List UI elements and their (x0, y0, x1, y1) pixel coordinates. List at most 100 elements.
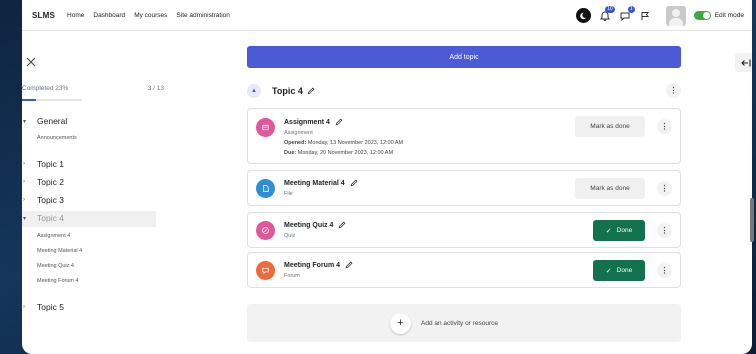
done-button[interactable]: ✓ Done (593, 220, 645, 241)
done-label: Done (616, 267, 633, 274)
done-button[interactable]: ✓ Done (593, 260, 645, 281)
activity-title[interactable]: Meeting Forum 4 (284, 261, 353, 269)
activity-type: Quiz (284, 233, 296, 239)
due-value: Monday, 20 November 2023, 12:00 AM (297, 150, 394, 156)
plus-icon[interactable]: + (390, 312, 412, 334)
section-label: Topic 3 (37, 195, 64, 205)
pencil-icon[interactable] (335, 118, 343, 126)
index-item-announcements[interactable]: Announcements (37, 135, 77, 141)
index-item-assignment-4[interactable]: Assignment 4 (37, 233, 70, 239)
notifications-button[interactable]: 10 (598, 5, 615, 23)
section-label: Topic 5 (37, 302, 64, 312)
opened-label: Opened: (284, 140, 307, 146)
moon-icon (580, 12, 587, 19)
notification-count-badge: 10 (605, 5, 615, 13)
activity-title-text[interactable]: Meeting Material 4 (284, 180, 345, 187)
file-icon (256, 179, 275, 198)
app-window: SLMS Home Dashboard My courses Site admi… (22, 0, 752, 354)
kebab-icon: ⋮ (660, 184, 669, 193)
close-icon[interactable] (25, 56, 37, 68)
pencil-icon[interactable] (345, 261, 353, 269)
activity-title[interactable]: Meeting Quiz 4 (284, 221, 346, 229)
index-section-topic-4[interactable]: ▾ Topic 4 (22, 213, 64, 223)
pencil-icon[interactable] (350, 179, 358, 187)
user-avatar[interactable] (665, 5, 686, 26)
assignment-icon (256, 118, 275, 137)
pencil-icon[interactable] (307, 87, 315, 95)
activity-actions-menu[interactable]: ⋮ (657, 181, 672, 196)
mark-as-done-button[interactable]: Mark as done (575, 116, 645, 137)
completion-bar-fill (22, 99, 36, 101)
chevron-right-icon[interactable]: › (23, 304, 31, 310)
quiz-icon (256, 221, 275, 240)
index-section-topic-3[interactable]: › Topic 3 (22, 195, 64, 205)
check-icon: ✓ (605, 227, 612, 235)
opened-value: Monday, 13 November 2023, 12:00 AM (307, 140, 404, 146)
activity-opened-date: Opened: Monday, 13 November 2023, 12:00 … (284, 140, 403, 146)
edit-mode-toggle[interactable] (693, 11, 711, 20)
activity-type: Assignment (284, 130, 313, 136)
add-activity-label: Add an activity or resource (421, 319, 498, 327)
collapse-topic-button[interactable]: ▲ (247, 84, 261, 98)
message-count-badge: 1 (627, 5, 635, 13)
index-item-meeting-material-4[interactable]: Meeting Material 4 (37, 248, 82, 254)
nav-link-site-administration[interactable]: Site administration (176, 12, 229, 19)
activity-actions-menu[interactable]: ⋮ (657, 223, 672, 238)
section-label: Topic 1 (37, 159, 64, 169)
course-index-drawer: Completed 23% 3 / 13 ▾ General Announceme… (22, 31, 172, 354)
index-section-topic-1[interactable]: › Topic 1 (22, 159, 64, 169)
add-topic-button[interactable]: Add topic (247, 46, 681, 68)
kebab-icon: ⋮ (660, 122, 669, 131)
page-scrollbar[interactable] (750, 198, 754, 242)
kebab-icon: ⋮ (660, 266, 669, 275)
completion-count: 3 / 13 (147, 85, 164, 92)
check-icon: ✓ (605, 267, 612, 275)
index-item-meeting-forum-4[interactable]: Meeting Forum 4 (37, 278, 79, 284)
kebab-icon: ⋮ (660, 226, 669, 235)
mark-as-done-button[interactable]: Mark as done (575, 178, 645, 199)
index-item-meeting-quiz-4[interactable]: Meeting Quiz 4 (37, 263, 74, 269)
avatar-body (668, 17, 683, 26)
add-activity-area[interactable]: + Add an activity or resource (247, 304, 681, 342)
completion-bar (22, 99, 82, 101)
index-section-general[interactable]: ▾ General (22, 116, 67, 126)
section-label: Topic 2 (37, 177, 64, 187)
topic-header: ▲ Topic 4 ⋮ (247, 80, 681, 102)
nav-link-dashboard[interactable]: Dashboard (93, 12, 125, 19)
forum-icon (256, 261, 275, 280)
chevron-right-icon[interactable]: › (23, 197, 31, 203)
flag-button[interactable] (638, 9, 652, 23)
activity-actions-menu[interactable]: ⋮ (657, 119, 672, 134)
activity-type: File (284, 191, 293, 197)
activity-title-text[interactable]: Meeting Forum 4 (284, 262, 340, 269)
index-section-topic-5[interactable]: › Topic 5 (22, 302, 64, 312)
activity-card-meeting-forum-4: Meeting Forum 4 Forum ✓ Done ⋮ (247, 252, 681, 288)
completion-progress: Completed 23% 3 / 13 (22, 85, 164, 92)
index-section-topic-2[interactable]: › Topic 2 (22, 177, 64, 187)
pencil-icon[interactable] (338, 221, 346, 229)
chevron-up-icon: ▲ (251, 88, 257, 94)
arrow-left-to-line-icon (741, 59, 751, 66)
activity-title-text[interactable]: Meeting Quiz 4 (284, 222, 333, 229)
nav-link-home[interactable]: Home (67, 12, 84, 19)
chevron-down-icon[interactable]: ▾ (23, 118, 31, 125)
activity-title[interactable]: Meeting Material 4 (284, 179, 358, 187)
nav-link-my-courses[interactable]: My courses (134, 12, 167, 19)
site-brand[interactable]: SLMS (32, 11, 55, 20)
chevron-right-icon[interactable]: › (23, 161, 31, 167)
flag-icon (641, 11, 649, 20)
activity-card-meeting-material-4: Meeting Material 4 File Mark as done ⋮ (247, 170, 681, 206)
activity-card-meeting-quiz-4: Meeting Quiz 4 Quiz ✓ Done ⋮ (247, 212, 681, 248)
activity-title-text[interactable]: Assignment 4 (284, 119, 330, 126)
activity-type: Forum (284, 273, 300, 279)
messages-button[interactable]: 1 (618, 5, 635, 23)
activity-due-date: Due: Monday, 20 November 2023, 12:00 AM (284, 150, 393, 156)
activity-title[interactable]: Assignment 4 (284, 118, 343, 126)
topic-actions-menu[interactable]: ⋮ (666, 83, 681, 98)
activity-actions-menu[interactable]: ⋮ (657, 263, 672, 278)
open-block-drawer-button[interactable] (735, 53, 752, 72)
chevron-right-icon[interactable]: › (23, 179, 31, 185)
chevron-down-icon[interactable]: ▾ (23, 215, 31, 222)
theme-toggle-button[interactable] (575, 8, 591, 23)
course-content: Add topic ▲ Topic 4 ⋮ Assignment 4 Assig… (247, 31, 706, 354)
